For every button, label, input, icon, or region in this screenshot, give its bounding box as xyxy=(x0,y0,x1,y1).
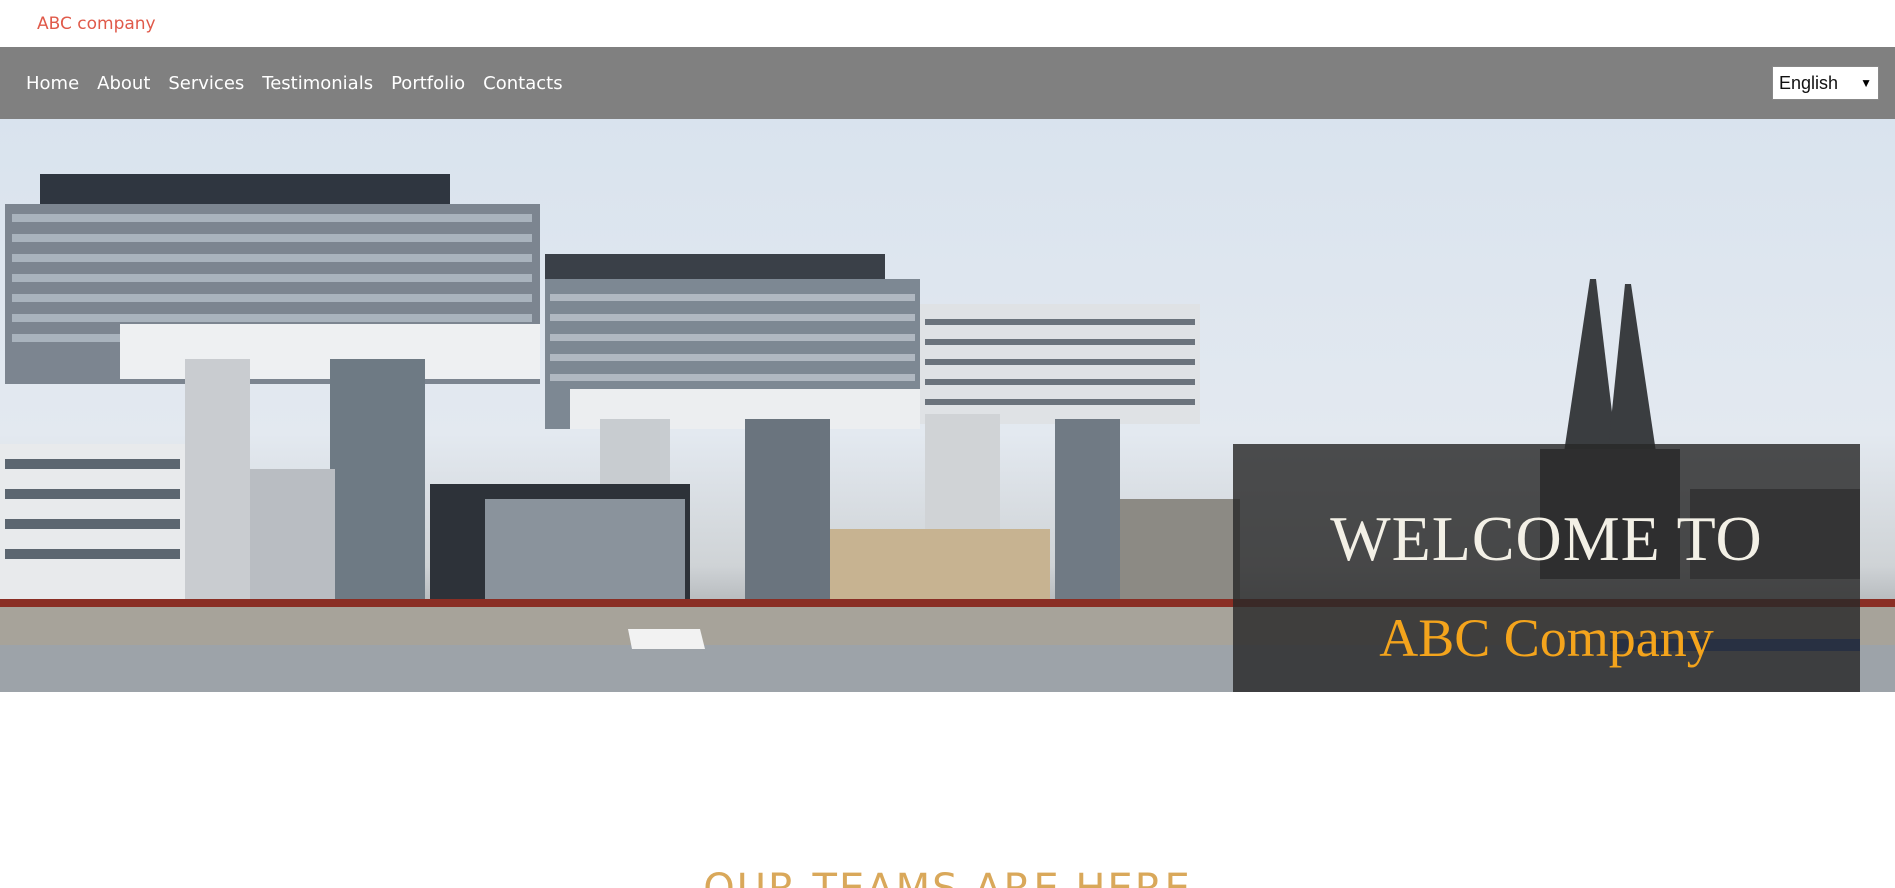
language-select[interactable]: English ▼ xyxy=(1772,66,1879,100)
nav-item-services[interactable]: Services xyxy=(168,73,244,94)
welcome-overlay: WELCOME TO ABC Company xyxy=(1233,444,1860,692)
chevron-down-icon: ▼ xyxy=(1860,76,1872,90)
nav-item-testimonials[interactable]: Testimonials xyxy=(262,73,373,94)
nav-links: Home About Services Testimonials Portfol… xyxy=(26,47,563,119)
section-title: OUR TEAMS ARE HERE xyxy=(0,866,1895,888)
nav-item-about[interactable]: About xyxy=(97,73,150,94)
welcome-heading: WELCOME TO xyxy=(1330,503,1763,574)
top-bar: ABC company xyxy=(0,0,1895,47)
nav-item-portfolio[interactable]: Portfolio xyxy=(391,73,465,94)
brand-logo[interactable]: ABC company xyxy=(37,14,156,34)
welcome-company-name: ABC Company xyxy=(1379,608,1714,668)
nav-item-home[interactable]: Home xyxy=(26,73,79,94)
nav-item-contacts[interactable]: Contacts xyxy=(483,73,562,94)
language-select-value: English xyxy=(1779,72,1839,93)
hero-banner: WELCOME TO ABC Company xyxy=(0,119,1895,692)
main-navbar: Home About Services Testimonials Portfol… xyxy=(0,47,1895,119)
